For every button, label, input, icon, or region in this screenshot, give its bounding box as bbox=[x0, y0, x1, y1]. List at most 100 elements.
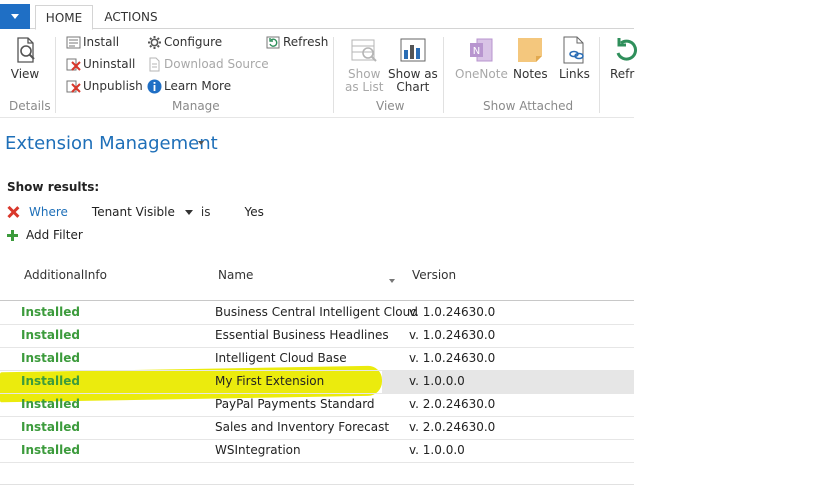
notes-icon bbox=[518, 38, 543, 62]
group-divider bbox=[333, 37, 334, 113]
table-row-selected[interactable]: Installed My First Extension v. 1.0.0.0 bbox=[0, 370, 634, 394]
ribbon: View Details Install Uninstall Unpublish… bbox=[0, 29, 637, 118]
filter-value-input[interactable]: Yes bbox=[244, 205, 263, 219]
version-cell: v. 1.0.24630.0 bbox=[409, 328, 496, 342]
name-cell: Sales and Inventory Forecast bbox=[215, 420, 390, 434]
chart-icon bbox=[400, 38, 426, 62]
learn-more-label: Learn More bbox=[164, 79, 232, 93]
download-source-label: Download Source bbox=[164, 57, 269, 71]
gear-icon bbox=[148, 35, 161, 49]
group-divider bbox=[55, 37, 56, 113]
show-as-chart-line2: Chart bbox=[396, 80, 430, 94]
show-results-label: Show results: bbox=[7, 180, 100, 194]
status-cell: Installed bbox=[21, 397, 80, 411]
name-cell: PayPal Payments Standard bbox=[215, 397, 375, 411]
name-cell: Business Central Intelligent Cloud bbox=[215, 305, 418, 319]
view-document-icon bbox=[17, 37, 35, 63]
install-icon bbox=[66, 36, 81, 48]
refresh-label: Refresh bbox=[283, 35, 329, 49]
remove-filter-icon[interactable] bbox=[7, 206, 19, 218]
refresh-list-icon bbox=[266, 36, 280, 48]
version-cell: v. 1.0.0.0 bbox=[409, 443, 465, 457]
title-dropdown-icon[interactable] bbox=[198, 141, 204, 145]
view-label: View bbox=[10, 67, 40, 81]
configure-label: Configure bbox=[164, 35, 223, 49]
filter-row: Where Tenant Visible is Yes bbox=[7, 203, 264, 221]
info-icon bbox=[147, 79, 162, 93]
download-document-icon bbox=[149, 57, 160, 71]
table-row[interactable]: Installed Intelligent Cloud Base v. 1.0.… bbox=[0, 347, 634, 371]
uninstall-icon bbox=[66, 58, 81, 71]
list-view-icon bbox=[351, 39, 377, 62]
install-button[interactable]: Install bbox=[66, 33, 119, 51]
links-button[interactable]: Links bbox=[559, 35, 590, 81]
refresh-large-label: Refr bbox=[610, 67, 635, 81]
add-filter-button[interactable]: Add Filter bbox=[7, 228, 83, 242]
table-row[interactable]: Installed WSIntegration v. 1.0.0.0 bbox=[0, 439, 634, 463]
links-label: Links bbox=[559, 67, 590, 81]
status-cell: Installed bbox=[21, 420, 80, 434]
unpublish-label: Unpublish bbox=[83, 79, 143, 93]
column-header-version[interactable]: Version bbox=[412, 268, 456, 282]
show-as-chart-button[interactable]: Show as Chart bbox=[388, 35, 438, 94]
version-cell: v. 1.0.24630.0 bbox=[409, 351, 496, 365]
version-cell: v. 1.0.24630.0 bbox=[409, 305, 496, 319]
learn-more-button[interactable]: Learn More bbox=[147, 77, 231, 95]
download-source-button[interactable]: Download Source bbox=[147, 55, 269, 73]
chevron-down-icon bbox=[11, 14, 19, 19]
tab-home[interactable]: HOME bbox=[35, 5, 93, 30]
status-cell: Installed bbox=[21, 443, 80, 457]
show-as-list-button[interactable]: Show as List bbox=[345, 35, 383, 94]
manage-group-label: Manage bbox=[172, 99, 220, 113]
view-button[interactable]: View bbox=[10, 35, 40, 81]
svg-text:N: N bbox=[473, 46, 480, 57]
filter-operator: is bbox=[200, 205, 211, 219]
status-cell: Installed bbox=[21, 328, 80, 342]
version-cell: v. 2.0.24630.0 bbox=[409, 397, 496, 411]
name-cell: WSIntegration bbox=[215, 443, 301, 457]
notes-button[interactable]: Notes bbox=[513, 35, 548, 81]
onenote-button[interactable]: N OneNote bbox=[455, 35, 508, 81]
status-cell: Installed bbox=[21, 351, 80, 365]
table-row[interactable]: Installed Sales and Inventory Forecast v… bbox=[0, 416, 634, 440]
details-group-label: Details bbox=[9, 99, 51, 113]
plus-icon bbox=[7, 229, 18, 241]
sort-descending-icon bbox=[389, 279, 395, 283]
refresh-button[interactable]: Refresh bbox=[266, 33, 328, 51]
refresh-large-button[interactable]: Refr bbox=[610, 35, 640, 81]
show-as-list-line2: as List bbox=[345, 80, 384, 94]
filter-field-select[interactable]: Tenant Visible bbox=[92, 205, 175, 219]
show-attached-group-label: Show Attached bbox=[483, 99, 574, 113]
version-cell: v. 2.0.24630.0 bbox=[409, 420, 496, 434]
add-filter-label: Add Filter bbox=[26, 228, 83, 242]
unpublish-button[interactable]: Unpublish bbox=[66, 77, 143, 95]
refresh-icon bbox=[616, 38, 637, 61]
column-header-name[interactable]: Name bbox=[218, 268, 253, 282]
app-menu-button[interactable] bbox=[0, 4, 30, 29]
chevron-down-icon[interactable] bbox=[184, 209, 193, 215]
table-row[interactable]: Installed Business Central Intelligent C… bbox=[0, 301, 634, 325]
unpublish-icon bbox=[66, 80, 81, 93]
footer-divider bbox=[0, 484, 634, 485]
name-cell: My First Extension bbox=[215, 374, 325, 388]
status-cell: Installed bbox=[21, 374, 80, 388]
tab-actions[interactable]: ACTIONS bbox=[98, 5, 164, 28]
name-cell: Intelligent Cloud Base bbox=[215, 351, 347, 365]
install-label: Install bbox=[83, 35, 120, 49]
notes-label: Notes bbox=[513, 67, 548, 81]
version-cell: v. 1.0.0.0 bbox=[409, 374, 465, 388]
table-row[interactable]: Installed PayPal Payments Standard v. 2.… bbox=[0, 393, 634, 417]
uninstall-button[interactable]: Uninstall bbox=[66, 55, 135, 73]
uninstall-label: Uninstall bbox=[83, 57, 136, 71]
status-cell: Installed bbox=[21, 305, 80, 319]
table-row[interactable]: Installed Essential Business Headlines v… bbox=[0, 324, 634, 348]
group-divider bbox=[443, 37, 444, 113]
ribbon-tab-strip: HOME ACTIONS bbox=[0, 0, 634, 30]
link-document-icon bbox=[563, 36, 585, 64]
group-divider bbox=[599, 37, 600, 113]
page-title: Extension Management bbox=[5, 133, 218, 154]
column-header-additionalinfo[interactable]: AdditionalInfo bbox=[24, 268, 107, 282]
configure-button[interactable]: Configure bbox=[147, 33, 222, 51]
onenote-label: OneNote bbox=[455, 67, 508, 81]
onenote-icon: N bbox=[470, 38, 493, 62]
